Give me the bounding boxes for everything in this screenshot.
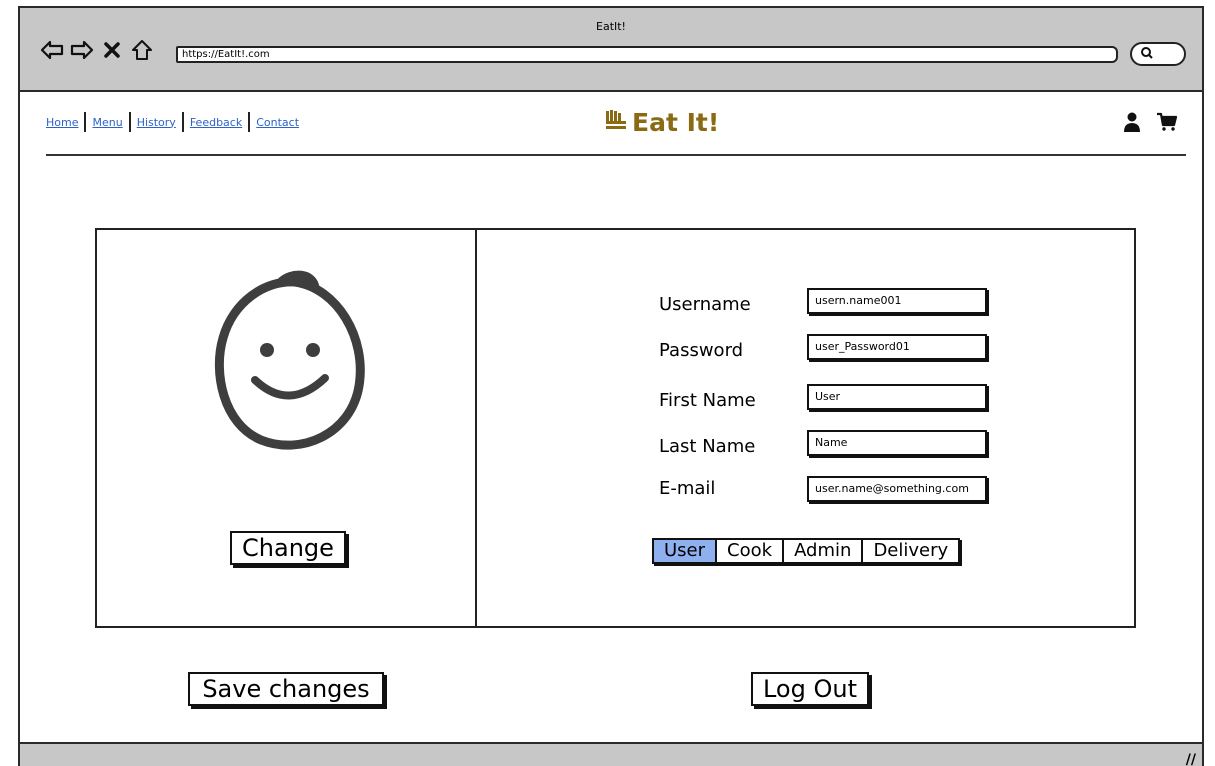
search-icon <box>1140 45 1154 64</box>
change-avatar-button[interactable]: Change <box>230 531 346 565</box>
save-changes-button[interactable]: Save changes <box>188 672 384 706</box>
cart-icon[interactable] <box>1156 112 1178 132</box>
stop-icon[interactable] <box>100 38 124 62</box>
back-arrow-icon[interactable] <box>40 38 64 62</box>
browser-search-button[interactable] <box>1130 42 1186 66</box>
header-divider <box>46 154 1186 156</box>
nav-link-home[interactable]: Home <box>44 116 84 129</box>
site-nav: Home Menu History Feedback Contact <box>44 112 305 132</box>
role-tab-user[interactable]: User <box>654 540 718 562</box>
header-icons <box>1122 112 1178 132</box>
nav-link-feedback[interactable]: Feedback <box>184 116 248 129</box>
username-label: Username <box>659 294 751 315</box>
browser-window: EatIt! https://EatIt!.com Home Menu Hist… <box>18 6 1204 766</box>
role-tab-delivery[interactable]: Delivery <box>863 540 958 562</box>
avatar-section: Change <box>97 230 477 626</box>
window-title: EatIt! <box>596 20 626 33</box>
user-icon[interactable] <box>1122 112 1142 132</box>
last-name-label: Last Name <box>659 436 756 457</box>
site-logo[interactable]: Eat It! <box>604 108 719 137</box>
nav-link-menu[interactable]: Menu <box>86 116 128 129</box>
hand-icon <box>604 108 628 137</box>
home-icon[interactable] <box>130 38 154 62</box>
first-name-label: First Name <box>659 390 756 411</box>
role-tab-cook[interactable]: Cook <box>717 540 785 562</box>
logo-text: Eat It! <box>632 108 720 137</box>
browser-statusbar: // <box>20 742 1202 766</box>
smiley-face-icon <box>209 268 369 462</box>
nav-link-contact[interactable]: Contact <box>250 116 305 129</box>
profile-panel: Change Username usern.name001 Password u… <box>95 228 1136 628</box>
email-label: E-mail <box>659 478 716 499</box>
role-selector: User Cook Admin Delivery <box>652 538 961 564</box>
resize-grip-icon[interactable]: // <box>1186 752 1196 766</box>
browser-titlebar: EatIt! https://EatIt!.com <box>20 8 1202 92</box>
forward-arrow-icon[interactable] <box>70 38 94 62</box>
password-label: Password <box>659 340 744 361</box>
password-field[interactable]: user_Password01 <box>807 334 987 360</box>
role-tab-admin[interactable]: Admin <box>784 540 864 562</box>
log-out-button[interactable]: Log Out <box>751 672 869 706</box>
browser-nav <box>40 38 154 62</box>
last-name-field[interactable]: Name <box>807 430 987 456</box>
username-field[interactable]: usern.name001 <box>807 288 987 314</box>
first-name-field[interactable]: User <box>807 384 987 410</box>
nav-link-history[interactable]: History <box>131 116 182 129</box>
email-field[interactable]: user.name@something.com <box>807 476 987 502</box>
url-input[interactable]: https://EatIt!.com <box>176 46 1118 63</box>
